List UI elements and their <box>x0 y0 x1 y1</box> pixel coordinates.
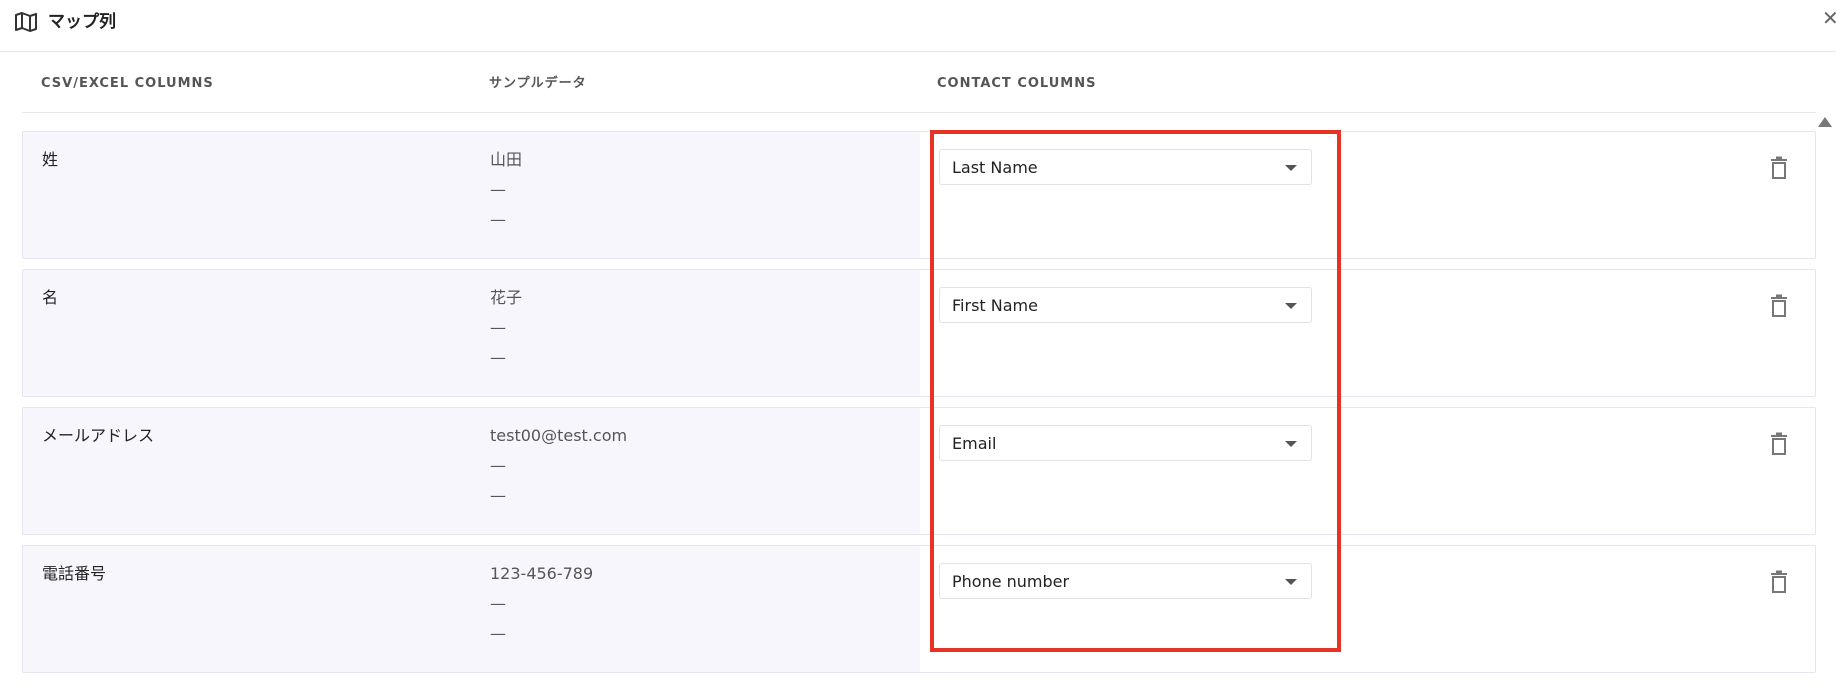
trash-icon[interactable] <box>1769 294 1789 318</box>
column-header-sample: サンプルデータ <box>489 76 587 91</box>
csv-column-name: 名 <box>42 288 59 307</box>
csv-column-name: メールアドレス <box>42 426 155 445</box>
contact-column-select[interactable]: Phone number <box>939 563 1312 599</box>
sample-value: — <box>490 348 506 367</box>
sample-value: 花子 <box>490 288 523 307</box>
contact-column-select[interactable]: Last Name <box>939 149 1312 185</box>
mapping-row: 姓 山田 — — Last Name <box>22 131 1816 259</box>
mapping-row: 電話番号 123-456-789 — — Phone number <box>22 545 1816 673</box>
scroll-up-arrow-icon[interactable] <box>1818 117 1832 127</box>
chevron-down-icon <box>1285 579 1297 585</box>
trash-icon[interactable] <box>1769 432 1789 456</box>
sample-value: — <box>490 318 506 337</box>
select-value: Phone number <box>952 572 1070 591</box>
chevron-down-icon <box>1285 165 1297 171</box>
sample-value: — <box>490 456 506 475</box>
sample-value: 123-456-789 <box>490 564 594 583</box>
trash-icon[interactable] <box>1769 156 1789 180</box>
sample-data-list: 山田 — — <box>490 149 522 239</box>
select-value: Email <box>952 434 997 453</box>
sample-data-list: 123-456-789 — — <box>490 563 593 653</box>
column-header-csv: CSV/EXCEL COLUMNS <box>41 76 214 91</box>
select-value: First Name <box>952 296 1038 315</box>
contact-column-select[interactable]: Email <box>939 425 1312 461</box>
close-icon[interactable]: ✕ <box>1822 8 1836 28</box>
sample-value: 山田 <box>490 150 523 169</box>
select-value: Last Name <box>952 158 1038 177</box>
sample-value: — <box>490 624 506 643</box>
column-header-contact: CONTACT COLUMNS <box>937 76 1097 91</box>
sample-value: — <box>490 594 506 613</box>
sample-data-list: 花子 — — <box>490 287 522 377</box>
dialog-title: マップ列 <box>48 12 116 32</box>
trash-icon[interactable] <box>1769 570 1789 594</box>
chevron-down-icon <box>1285 303 1297 309</box>
column-headers: CSV/EXCEL COLUMNS サンプルデータ CONTACT COLUMN… <box>22 52 1816 113</box>
mapping-row: 名 花子 — — First Name <box>22 269 1816 397</box>
chevron-down-icon <box>1285 441 1297 447</box>
csv-column-name: 姓 <box>42 150 59 169</box>
contact-column-select[interactable]: First Name <box>939 287 1312 323</box>
sample-value: — <box>490 486 506 505</box>
sample-value: test00@test.com <box>490 426 628 445</box>
sample-value: — <box>490 210 506 229</box>
csv-column-name: 電話番号 <box>42 564 107 583</box>
sample-data-list: test00@test.com — — <box>490 425 627 515</box>
mapping-row: メールアドレス test00@test.com — — Email <box>22 407 1816 535</box>
dialog-header: マップ列 ✕ <box>0 0 1836 52</box>
sample-value: — <box>490 180 506 199</box>
map-icon <box>14 11 38 33</box>
